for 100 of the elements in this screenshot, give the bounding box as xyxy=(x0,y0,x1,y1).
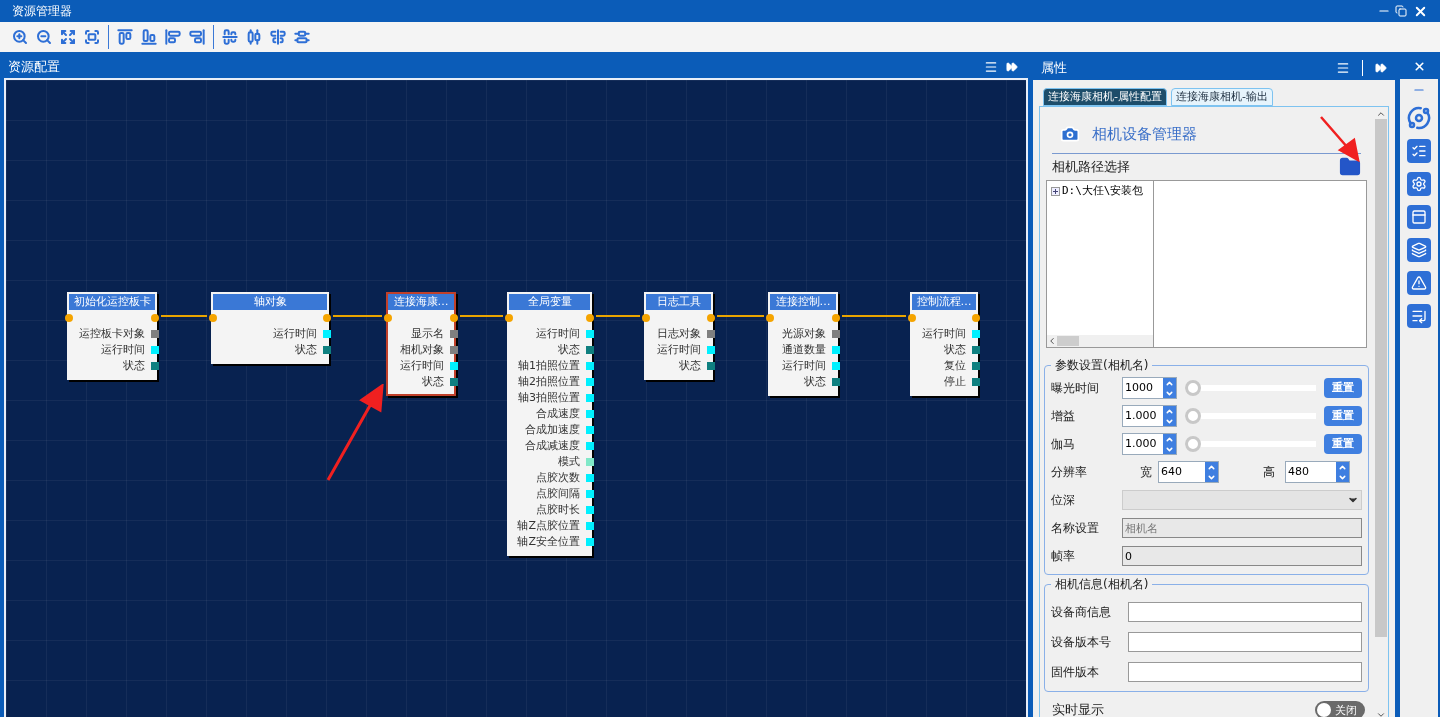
window-title: 资源管理器 xyxy=(12,3,73,20)
node-title: 控制流程… xyxy=(912,294,976,310)
output-port[interactable] xyxy=(707,314,715,322)
node-title: 日志工具 xyxy=(646,294,711,310)
checklist-icon[interactable] xyxy=(1407,139,1431,163)
flow-node[interactable]: 轴对象 运行时间 状态 xyxy=(211,292,329,364)
connector-line xyxy=(332,315,383,317)
field-label: 相机路径选择 xyxy=(1052,158,1130,177)
field-label: 宽 xyxy=(1140,464,1153,481)
port-label: 轴Z点胶位置 xyxy=(517,518,580,534)
panel-title: 资源配置 xyxy=(8,58,61,77)
flow-node[interactable]: 控制流程… 运行时间 状态 复位 停止 xyxy=(910,292,978,396)
fast-forward-icon[interactable] xyxy=(1006,61,1018,73)
tab[interactable]: 连接海康相机-属性配置 xyxy=(1043,88,1167,106)
layout-icon[interactable] xyxy=(1407,205,1431,229)
input-port[interactable] xyxy=(505,314,513,322)
folder-icon[interactable] xyxy=(1339,156,1361,178)
frame-icon[interactable] xyxy=(84,29,100,45)
port-label: 运控板卡对象 xyxy=(79,326,145,342)
tab[interactable]: 连接海康相机-输出 xyxy=(1171,88,1273,106)
port-label: 合成加速度 xyxy=(525,422,580,438)
input-port[interactable] xyxy=(908,314,916,322)
input-field[interactable] xyxy=(1128,632,1362,652)
node-title: 连接控制… xyxy=(770,294,836,310)
field-label: 固件版本 xyxy=(1051,664,1100,681)
field-label: 实时显示 xyxy=(1052,701,1104,717)
list-icon[interactable] xyxy=(1407,304,1431,328)
align-bottom-icon[interactable] xyxy=(141,29,157,45)
output-port[interactable] xyxy=(586,314,594,322)
list-settings-icon[interactable] xyxy=(1407,172,1431,196)
port-label: 运行时间 xyxy=(273,326,317,342)
close-icon[interactable] xyxy=(1412,60,1426,73)
expand-toggle[interactable] xyxy=(1051,186,1060,196)
input-field[interactable] xyxy=(1128,662,1362,682)
toggle-switch[interactable]: 关闭 xyxy=(1315,701,1365,717)
orbit-icon[interactable] xyxy=(1407,106,1431,130)
input-port[interactable] xyxy=(766,314,774,322)
center-vertical-icon[interactable] xyxy=(270,29,286,45)
node-title: 轴对象 xyxy=(213,294,327,310)
reset-button[interactable]: 重置 xyxy=(1324,434,1362,454)
menu-icon[interactable] xyxy=(984,60,998,74)
port-label: 合成减速度 xyxy=(525,438,580,454)
input-port[interactable] xyxy=(384,314,392,322)
annotation-arrow xyxy=(1318,114,1362,162)
port-label: 点胶时长 xyxy=(536,502,580,518)
distribute-vertical-icon[interactable] xyxy=(294,29,310,45)
output-port[interactable] xyxy=(972,314,980,322)
port-label: 停止 xyxy=(944,374,966,390)
align-top-icon[interactable] xyxy=(117,29,133,45)
input-port[interactable] xyxy=(65,314,73,322)
panel-title: 属性 xyxy=(1041,59,1068,78)
port-label: 状态 xyxy=(804,374,826,390)
zoom-in-icon[interactable] xyxy=(12,29,28,45)
flow-node[interactable]: 初始化运控板卡 运控板卡对象 运行时间 状态 xyxy=(67,292,157,380)
port-label: 显示名 xyxy=(411,326,444,342)
field-label: 曝光时间 xyxy=(1051,380,1100,397)
layers-icon[interactable] xyxy=(1407,238,1431,262)
slider-thumb[interactable] xyxy=(1185,436,1201,452)
input-port[interactable] xyxy=(642,314,650,322)
port-label: 轴1拍照位置 xyxy=(518,358,580,374)
flow-node[interactable]: 连接海康… 显示名 相机对象 运行时间 状态 xyxy=(386,292,456,396)
input-field[interactable] xyxy=(1128,602,1362,622)
section-heading: 相机设备管理器 xyxy=(1092,123,1197,145)
slider-thumb[interactable] xyxy=(1185,408,1201,424)
connector-line xyxy=(841,315,907,317)
align-right-icon[interactable] xyxy=(189,29,205,45)
center-horizontal-icon[interactable] xyxy=(222,29,238,45)
flow-node[interactable]: 连接控制… 光源对象 通道数量 运行时间 状态 xyxy=(768,292,838,396)
output-port[interactable] xyxy=(450,314,458,322)
port-label: 复位 xyxy=(944,358,966,374)
fit-icon[interactable] xyxy=(60,29,76,45)
reset-button[interactable]: 重置 xyxy=(1324,406,1362,426)
reset-button[interactable]: 重置 xyxy=(1324,378,1362,398)
port-label: 点胶间隔 xyxy=(536,486,580,502)
output-port[interactable] xyxy=(151,314,159,322)
group-title: 相机信息(相机名) xyxy=(1054,576,1150,593)
output-port[interactable] xyxy=(323,314,331,322)
output-port[interactable] xyxy=(832,314,840,322)
port-label: 日志对象 xyxy=(657,326,701,342)
port-label: 运行时间 xyxy=(400,358,444,374)
menu-icon[interactable] xyxy=(1336,61,1350,75)
flow-node[interactable]: 日志工具 日志对象 运行时间 状态 xyxy=(644,292,713,380)
connector-line xyxy=(459,315,504,317)
slider-thumb[interactable] xyxy=(1185,380,1201,396)
flow-node[interactable]: 全局变量 运行时间 状态 轴1拍照位置 轴2拍照位置 轴3拍照位置 合成速度 合成加速度 合成减速度 模式 点胶次数 点胶间隔 点胶时长 轴Z点胶位置 轴Z安全位置 xyxy=(507,292,592,556)
connector-line xyxy=(160,315,208,317)
tree-item[interactable]: D:\大任\安装包 xyxy=(1047,183,1153,200)
camera-icon xyxy=(1060,124,1080,144)
align-left-icon[interactable] xyxy=(165,29,181,45)
zoom-out-icon[interactable] xyxy=(36,29,52,45)
warning-icon[interactable] xyxy=(1407,271,1431,295)
horizontal-scrollbar[interactable] xyxy=(1047,335,1153,347)
field-label: 高 xyxy=(1263,464,1276,481)
input-field[interactable]: 相机名 xyxy=(1122,518,1362,538)
restore-icon[interactable] xyxy=(1395,5,1407,17)
input-port[interactable] xyxy=(209,314,217,322)
distribute-horizontal-icon[interactable] xyxy=(246,29,262,45)
port-label: 轴3拍照位置 xyxy=(518,390,580,406)
fast-forward-icon[interactable] xyxy=(1375,62,1387,74)
input-field[interactable]: 0 xyxy=(1122,546,1362,566)
